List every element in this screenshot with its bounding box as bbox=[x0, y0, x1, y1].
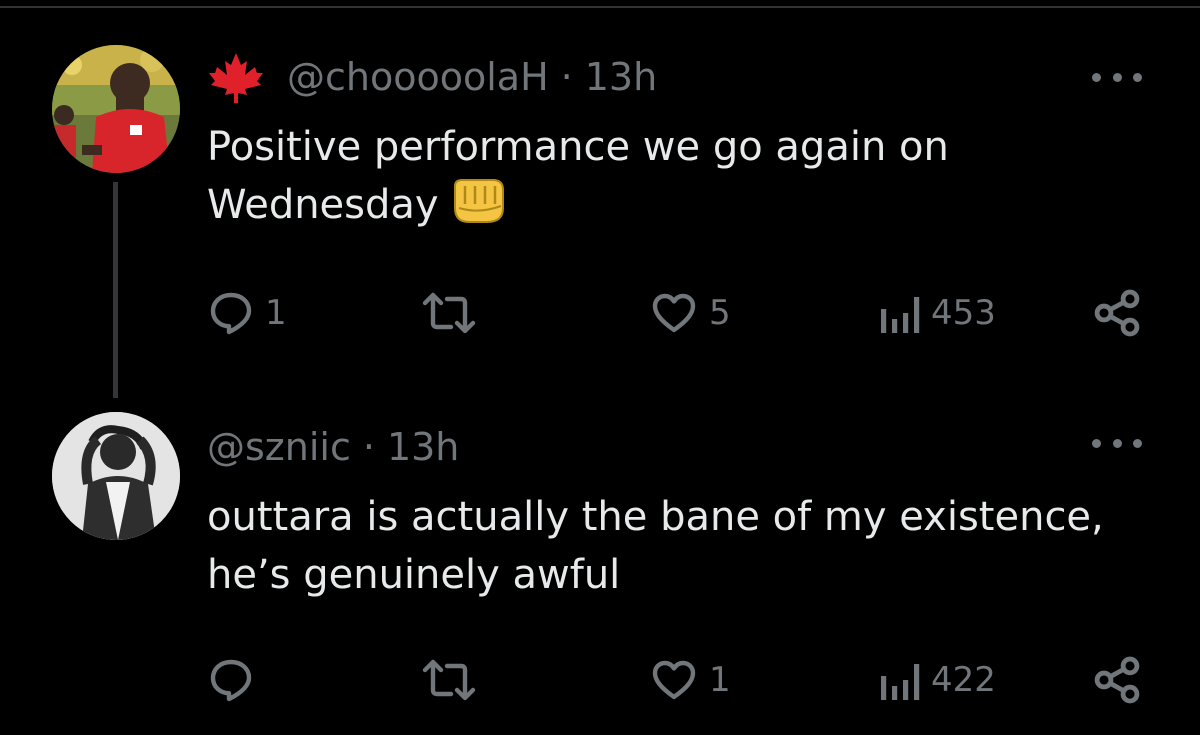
tweet[interactable]: @szniic · 13h outtara is actually the ba… bbox=[0, 400, 1200, 735]
tweet-text-line: he’s genuinely awful bbox=[207, 552, 621, 598]
user-handle[interactable]: @szniic bbox=[207, 425, 351, 469]
tweet-header: @chooooolaH · 13h bbox=[207, 51, 657, 103]
like-button[interactable]: 5 bbox=[649, 285, 731, 341]
tweet-actions: 1 422 bbox=[207, 652, 1157, 708]
separator: · bbox=[362, 425, 375, 469]
like-icon bbox=[652, 660, 696, 700]
views-button[interactable]: 453 bbox=[877, 285, 996, 341]
avatar[interactable] bbox=[52, 45, 180, 173]
retweet-icon bbox=[422, 292, 476, 334]
share-button[interactable] bbox=[1091, 285, 1143, 341]
reply-icon bbox=[210, 292, 252, 335]
like-icon bbox=[652, 293, 696, 333]
tweet-text: outtara is actually the bane of my exist… bbox=[207, 488, 1167, 604]
reply-button[interactable] bbox=[207, 652, 265, 708]
retweet-button[interactable] bbox=[421, 652, 487, 708]
like-button[interactable]: 1 bbox=[649, 652, 731, 708]
retweet-button[interactable] bbox=[421, 285, 487, 341]
reply-button[interactable]: 1 bbox=[207, 285, 287, 341]
timestamp[interactable]: 13h bbox=[387, 425, 459, 469]
user-handle[interactable]: @chooooolaH bbox=[287, 55, 549, 99]
thread-line bbox=[113, 182, 118, 398]
views-icon bbox=[881, 664, 920, 700]
views-count: 453 bbox=[931, 293, 996, 333]
tweet-header: @szniic · 13h bbox=[207, 422, 459, 472]
more-icon[interactable] bbox=[1092, 62, 1142, 92]
share-icon bbox=[1094, 656, 1140, 704]
tweet-actions: 1 5 453 bbox=[207, 285, 1157, 341]
views-icon bbox=[881, 297, 920, 333]
retweet-icon bbox=[422, 659, 476, 701]
views-button[interactable]: 422 bbox=[877, 652, 996, 708]
tweet-text-line-content: Wednesday bbox=[207, 182, 439, 228]
tweet-text-line: outtara is actually the bane of my exist… bbox=[207, 494, 1104, 540]
maple-leaf-icon bbox=[207, 51, 265, 103]
tweet-text-line-2: Wednesday bbox=[207, 176, 1167, 234]
timestamp[interactable]: 13h bbox=[585, 55, 657, 99]
like-count: 5 bbox=[709, 293, 731, 333]
tweet-text-line: Positive performance we go again on bbox=[207, 124, 949, 170]
views-count: 422 bbox=[931, 660, 996, 700]
more-icon[interactable] bbox=[1092, 428, 1142, 458]
reply-count: 1 bbox=[265, 293, 287, 333]
share-icon bbox=[1094, 289, 1140, 337]
fist-emoji bbox=[449, 178, 507, 224]
tweet[interactable]: @chooooolaH · 13h Positive performance w… bbox=[0, 0, 1200, 400]
reply-icon bbox=[210, 659, 252, 702]
share-button[interactable] bbox=[1091, 652, 1143, 708]
separator: · bbox=[560, 55, 573, 99]
avatar[interactable] bbox=[52, 412, 180, 540]
like-count: 1 bbox=[709, 660, 731, 700]
tweet-text: Positive performance we go again on Wedn… bbox=[207, 118, 1167, 234]
